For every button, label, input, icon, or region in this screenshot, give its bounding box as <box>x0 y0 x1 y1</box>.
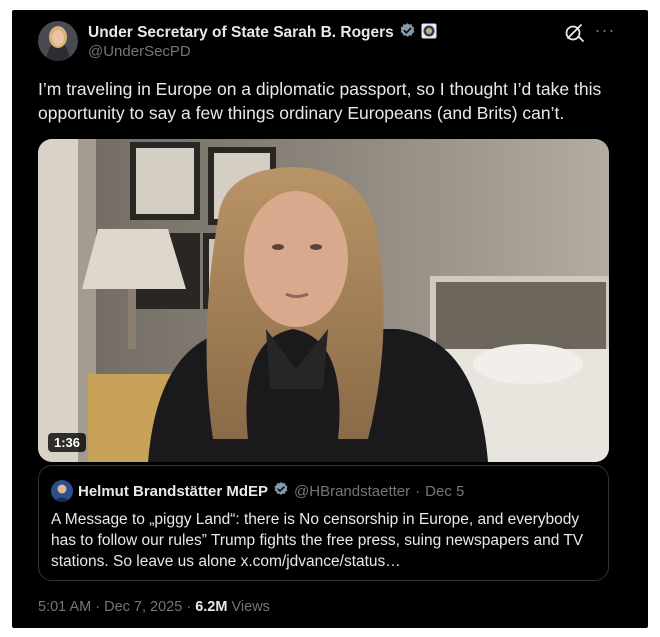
video-thumbnail <box>38 139 609 462</box>
government-seal-icon[interactable] <box>421 23 437 44</box>
post-card: Under Secretary of State Sarah B. Rogers… <box>12 10 648 628</box>
post-time[interactable]: 5:01 AM <box>38 599 91 615</box>
author-name[interactable]: Under Secretary of State Sarah B. Rogers <box>88 24 394 42</box>
meta-separator: · <box>186 599 192 615</box>
post-date[interactable]: Dec 7, 2025 <box>104 599 182 615</box>
author-avatar[interactable] <box>38 21 78 61</box>
video-player[interactable]: 1:36 <box>38 139 609 462</box>
quoted-post[interactable]: Helmut Brandstätter MdEP @HBrandstaetter… <box>38 465 609 581</box>
quoted-post-header: Helmut Brandstätter MdEP @HBrandstaetter… <box>51 480 464 502</box>
grok-icon[interactable] <box>563 21 585 43</box>
quoted-separator: · <box>415 482 421 500</box>
quoted-author-name[interactable]: Helmut Brandstätter MdEP <box>78 483 268 500</box>
views-count: 6.2M <box>195 599 228 615</box>
quoted-post-text: A Message to „piggy Land“: there is No c… <box>51 511 584 570</box>
meta-separator: · <box>95 599 101 615</box>
post-metadata: 5:01 AM · Dec 7, 2025 · 6.2M Views <box>38 599 270 615</box>
verified-badge-icon <box>399 22 416 44</box>
more-options-icon[interactable]: ··· <box>593 21 617 43</box>
author-handle[interactable]: @UnderSecPD <box>88 43 191 60</box>
quoted-author-handle[interactable]: @HBrandstaetter <box>294 483 410 500</box>
verified-badge-icon <box>273 481 289 502</box>
video-duration: 1:36 <box>48 433 87 452</box>
author-name-row: Under Secretary of State Sarah B. Rogers <box>88 22 437 44</box>
quoted-author-avatar[interactable] <box>51 480 73 502</box>
views-label: Views <box>231 599 270 615</box>
quoted-date[interactable]: Dec 5 <box>425 483 464 500</box>
post-text: I’m traveling in Europe on a diplomatic … <box>38 79 602 123</box>
